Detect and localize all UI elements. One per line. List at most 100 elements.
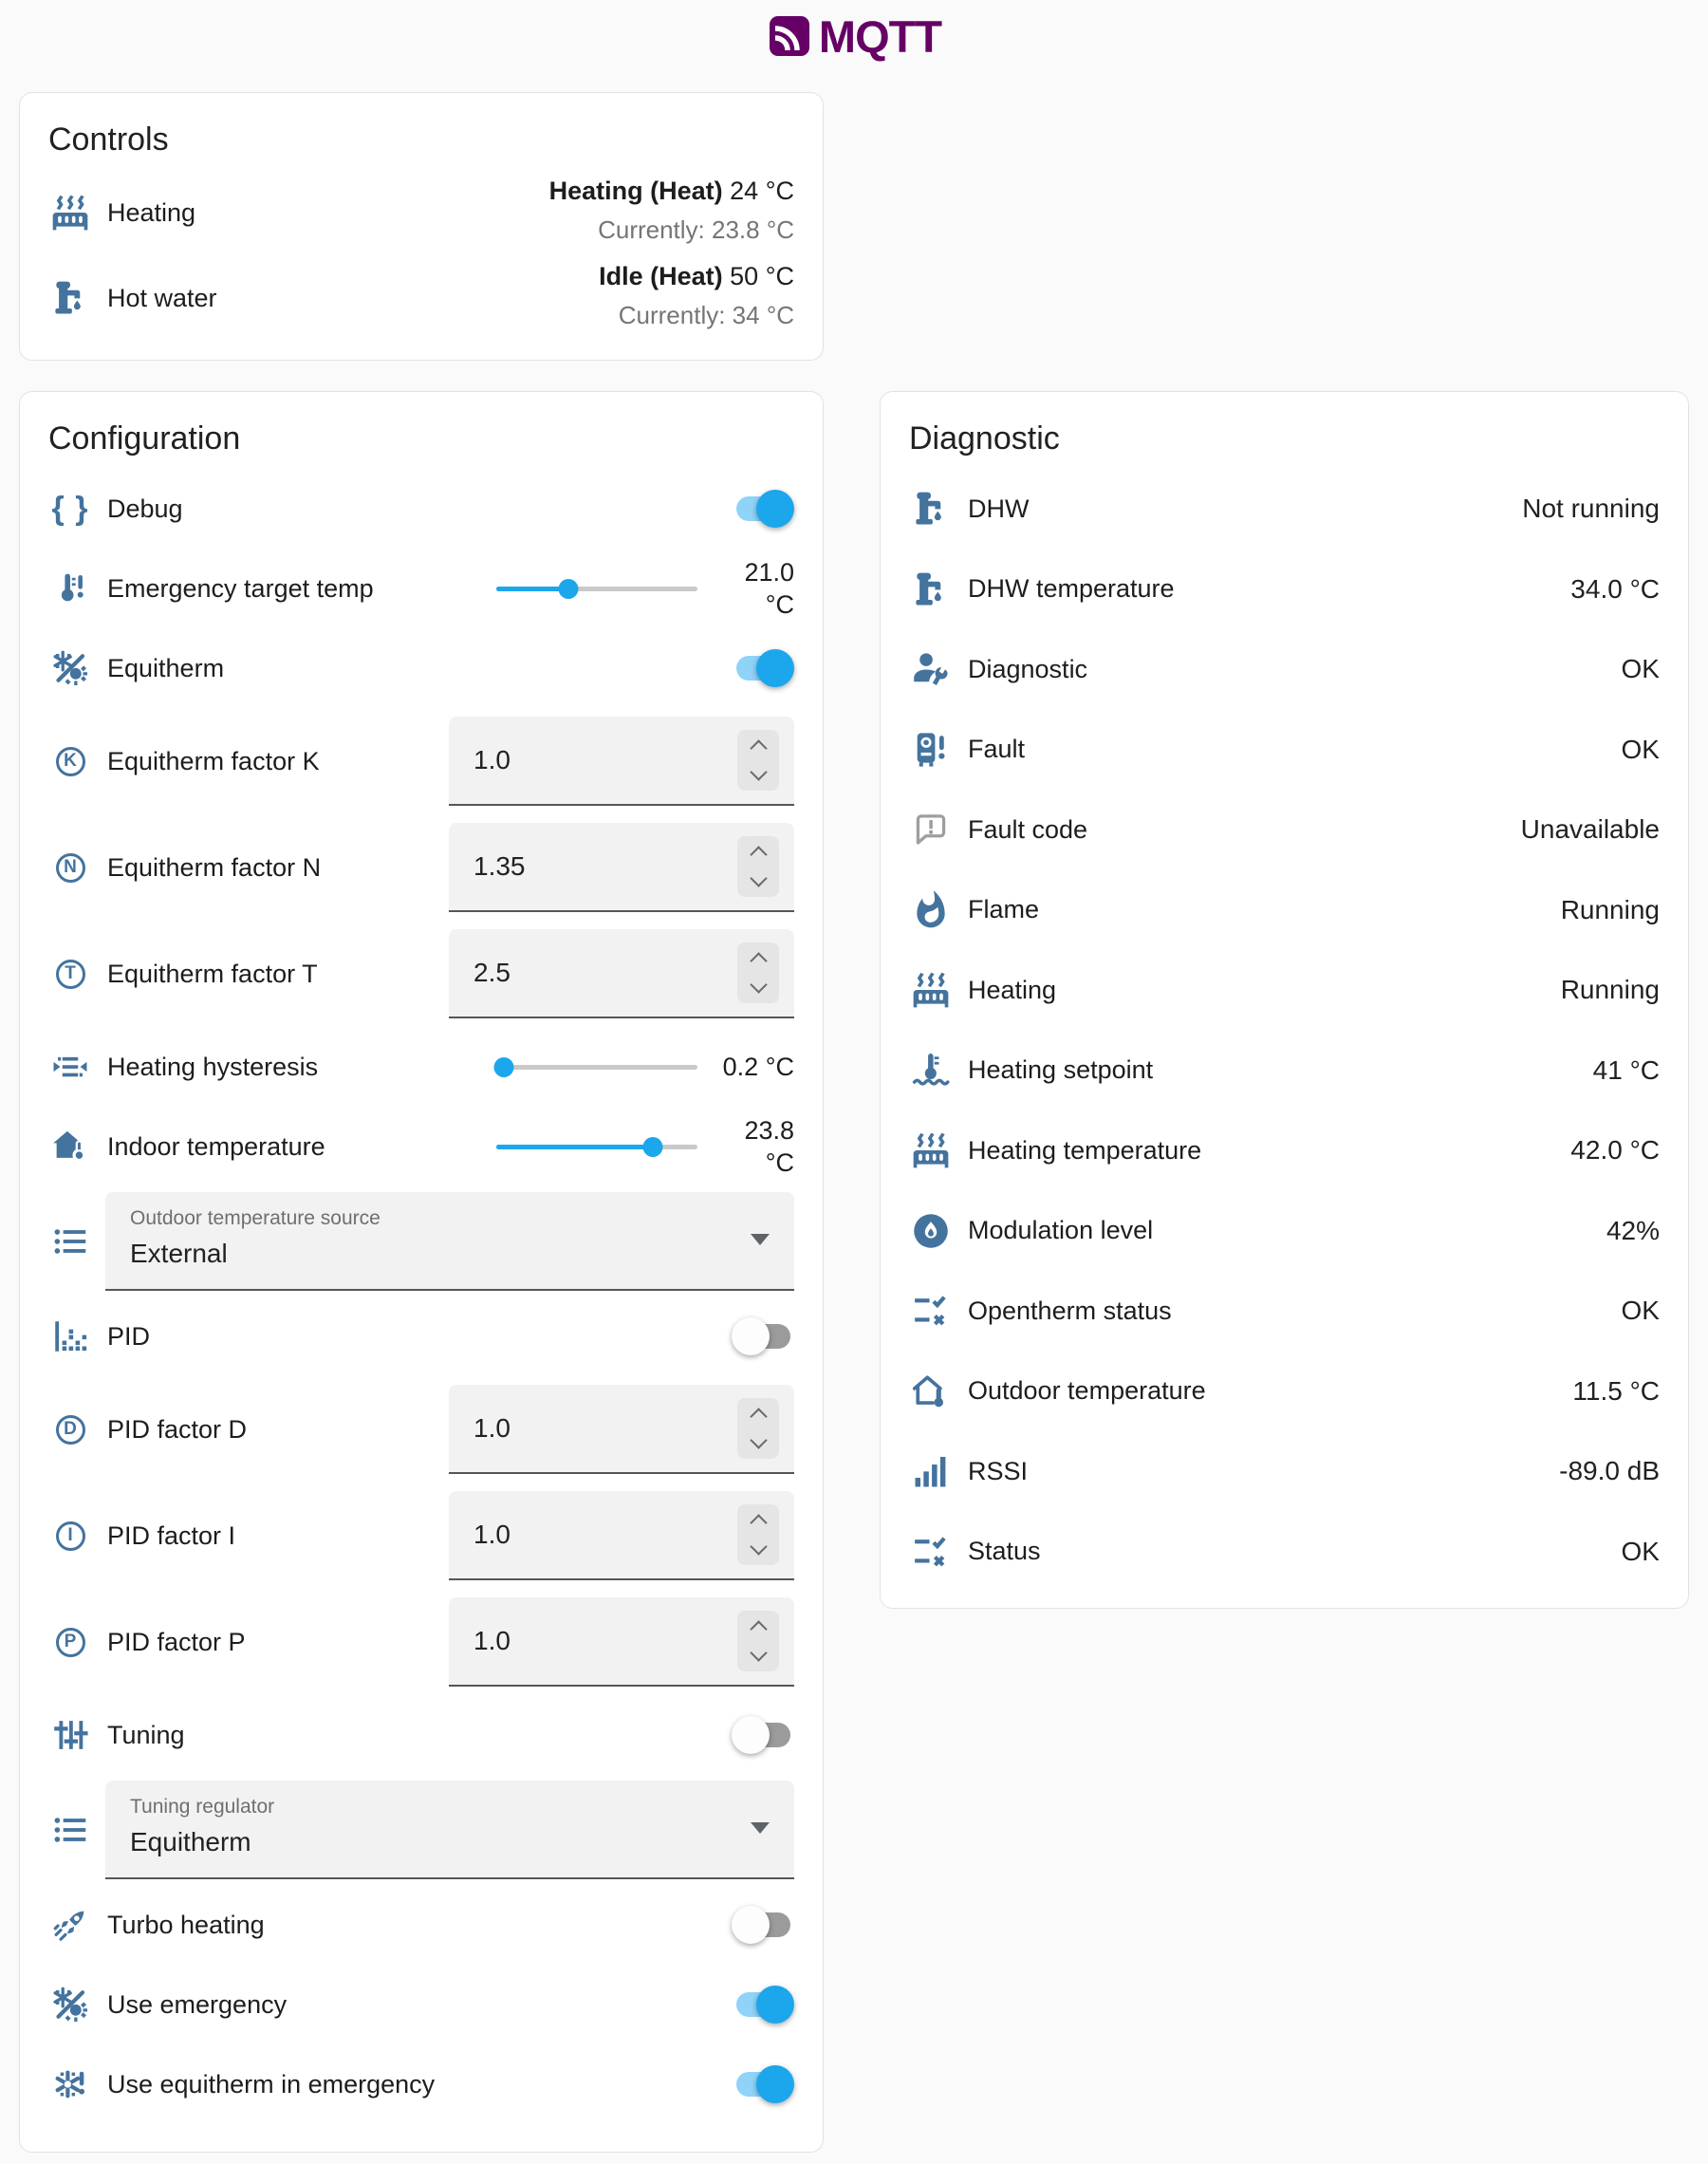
turbo-heating-row: Turbo heating <box>20 1885 823 1965</box>
opentherm-status-row[interactable]: Opentherm status OK <box>881 1271 1688 1352</box>
heating-temperature-value: 42.0 °C <box>1570 1135 1660 1166</box>
equitherm-factor-n-input[interactable]: 1.35 <box>449 823 794 912</box>
tuning-regulator-select[interactable]: Tuning regulator Equitherm <box>105 1781 794 1879</box>
dhw-temperature-row[interactable]: DHW temperature 34.0 °C <box>881 550 1688 630</box>
debug-toggle[interactable] <box>732 487 794 531</box>
emergency-target-temp-row: Emergency target temp 21.0 °C <box>20 549 823 628</box>
pid-toggle[interactable] <box>732 1315 794 1358</box>
equitherm-factor-t-input[interactable]: 2.5 <box>449 929 794 1018</box>
pid-factor-i-value: 1.0 <box>473 1520 737 1550</box>
pid-factor-p-value: 1.0 <box>473 1626 737 1656</box>
hot-water-current-temp: Currently: 34 °C <box>619 301 794 329</box>
account-wrench-icon <box>909 648 953 690</box>
mqtt-logo-text: MQTT <box>819 10 941 63</box>
fault-row[interactable]: Fault OK <box>881 710 1688 791</box>
pid-factor-d-label: PID factor D <box>107 1415 247 1445</box>
alpha-k-circle-icon: K <box>48 747 92 776</box>
fault-code-value: Unavailable <box>1521 814 1660 845</box>
turbo-heating-toggle[interactable] <box>732 1903 794 1947</box>
tune-vertical-icon <box>48 1715 92 1755</box>
heating-hysteresis-slider-knob[interactable] <box>494 1057 514 1077</box>
heating-climate-row[interactable]: Heating Heating (Heat) 24 °C Currently: … <box>20 170 823 255</box>
pid-factor-d-row: D PID factor D 1.0 <box>20 1376 823 1483</box>
heating-state[interactable]: Heating (Heat) 24 °C Currently: 23.8 °C <box>549 174 794 252</box>
dhw-row[interactable]: DHW Not running <box>881 469 1688 550</box>
radiator-icon <box>909 969 953 1011</box>
water-pump-icon <box>909 488 953 530</box>
use-emergency-toggle[interactable] <box>732 1983 794 2026</box>
pid-factor-p-label: PID factor P <box>107 1628 246 1657</box>
pid-factor-p-stepper[interactable] <box>737 1611 779 1671</box>
alpha-d-circle-icon: D <box>48 1415 92 1445</box>
water-boiler-alert-icon <box>909 729 953 771</box>
pid-factor-i-label: PID factor I <box>107 1521 235 1551</box>
heating-setpoint-row[interactable]: Heating setpoint 41 °C <box>881 1031 1688 1111</box>
equitherm-factor-n-value: 1.35 <box>473 851 737 882</box>
tuning-toggle[interactable] <box>732 1713 794 1757</box>
indoor-temperature-slider-knob[interactable] <box>643 1137 663 1157</box>
water-pump-icon <box>48 277 92 319</box>
outdoor-temp-source-select-value: External <box>130 1239 737 1269</box>
equitherm-factor-k-stepper[interactable] <box>737 730 779 791</box>
heating-state-mode: Heating (Heat) <box>549 177 723 205</box>
use-equitherm-in-emergency-toggle[interactable] <box>732 2062 794 2106</box>
outdoor-temp-source-select-label: Outdoor temperature source <box>130 1207 737 1230</box>
fault-code-row[interactable]: Fault code Unavailable <box>881 790 1688 870</box>
heating-current-temp: Currently: 23.8 °C <box>598 215 794 244</box>
pid-factor-d-input[interactable]: 1.0 <box>449 1385 794 1474</box>
heating-state-target: 24 °C <box>723 177 794 205</box>
fault-value: OK <box>1622 735 1660 765</box>
message-alert-icon <box>909 809 953 850</box>
thermometer-alert-icon <box>48 569 92 608</box>
heating-hysteresis-row: Heating hysteresis 0.2 °C <box>20 1027 823 1107</box>
modulation-level-value: 42% <box>1606 1216 1660 1246</box>
pid-factor-p-input[interactable]: 1.0 <box>449 1597 794 1687</box>
indoor-temperature-value: 23.8 °C <box>713 1114 794 1179</box>
home-thermometer-outline-icon <box>909 1371 953 1412</box>
radiator-icon <box>48 192 92 233</box>
pid-factor-d-stepper[interactable] <box>737 1398 779 1459</box>
heating-hysteresis-slider[interactable] <box>496 1065 697 1070</box>
rocket-icon <box>48 1905 92 1945</box>
rssi-row[interactable]: RSSI -89.0 dB <box>881 1431 1688 1512</box>
configuration-card: Configuration { } Debug Emergency target… <box>19 391 824 2153</box>
heating-status-row[interactable]: Heating Running <box>881 950 1688 1031</box>
outdoor-temperature-value: 11.5 °C <box>1572 1376 1660 1407</box>
heating-temperature-row[interactable]: Heating temperature 42.0 °C <box>881 1110 1688 1191</box>
status-row[interactable]: Status OK <box>881 1512 1688 1593</box>
modulation-level-row[interactable]: Modulation level 42% <box>881 1191 1688 1272</box>
indoor-temperature-slider[interactable] <box>496 1145 697 1149</box>
outdoor-temp-source-select[interactable]: Outdoor temperature source External <box>105 1192 794 1291</box>
equitherm-factor-k-input[interactable]: 1.0 <box>449 717 794 806</box>
emergency-target-temp-slider[interactable] <box>496 587 697 591</box>
emergency-target-temp-slider-knob[interactable] <box>559 579 579 599</box>
equitherm-factor-t-stepper[interactable] <box>737 942 779 1003</box>
flame-row[interactable]: Flame Running <box>881 870 1688 951</box>
emergency-target-temp-label: Emergency target temp <box>107 574 374 604</box>
hot-water-state[interactable]: Idle (Heat) 50 °C Currently: 34 °C <box>599 259 794 337</box>
outdoor-temperature-row[interactable]: Outdoor temperature 11.5 °C <box>881 1352 1688 1432</box>
thermometer-water-icon <box>909 1050 953 1091</box>
status-value: OK <box>1622 1537 1660 1567</box>
equitherm-factor-t-label: Equitherm factor T <box>107 960 318 989</box>
list-status-icon <box>909 1290 953 1332</box>
pid-factor-i-stepper[interactable] <box>737 1504 779 1565</box>
dropdown-arrow-icon <box>751 1822 770 1834</box>
radiator-icon <box>909 1129 953 1171</box>
diagnostic-status-row[interactable]: Diagnostic OK <box>881 629 1688 710</box>
opentherm-status-label: Opentherm status <box>968 1297 1172 1326</box>
equitherm-row: Equitherm <box>20 628 823 708</box>
hot-water-row[interactable]: Hot water Idle (Heat) 50 °C Currently: 3… <box>20 255 823 341</box>
equitherm-factor-n-stepper[interactable] <box>737 836 779 897</box>
emergency-target-temp-value: 21.0 °C <box>713 556 794 621</box>
mqtt-logo-icon <box>767 13 812 59</box>
diagnostic-status-label: Diagnostic <box>968 655 1087 684</box>
diagnostic-card: Diagnostic DHW Not running DHW temperatu… <box>880 391 1689 1609</box>
tuning-label: Tuning <box>107 1721 185 1750</box>
fault-label: Fault <box>968 735 1025 764</box>
pid-factor-i-input[interactable]: 1.0 <box>449 1491 794 1580</box>
rssi-value: -89.0 dB <box>1559 1456 1660 1486</box>
equitherm-toggle[interactable] <box>732 646 794 690</box>
code-braces-icon: { } <box>48 491 92 528</box>
heating-hysteresis-value: 0.2 °C <box>713 1051 794 1083</box>
